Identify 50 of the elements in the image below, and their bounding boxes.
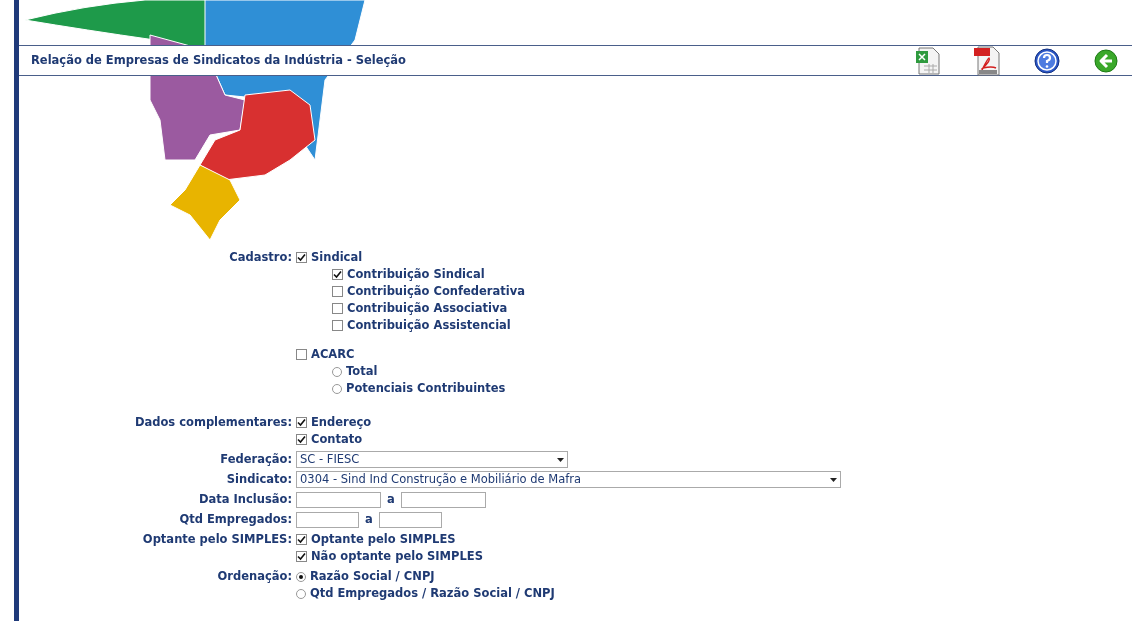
option-label: ACARC	[311, 346, 355, 363]
option-label: Contribuição Assistencial	[347, 317, 511, 334]
range-separator: a	[387, 491, 395, 508]
option-label: Não optante pelo SIMPLES	[311, 548, 483, 565]
option-label: Potenciais Contribuintes	[346, 380, 506, 397]
field-label: Ordenação:	[217, 568, 292, 585]
radio-button[interactable]	[332, 383, 342, 394]
option-label: Optante pelo SIMPLES	[311, 531, 456, 548]
field-label: Dados complementares:	[134, 414, 292, 431]
dropdown[interactable]: 0304 - Sind Ind Construção e Mobiliário de Mafra	[296, 471, 841, 488]
option-label: Contribuição Sindical	[347, 266, 485, 283]
checkbox[interactable]	[332, 320, 343, 331]
checkbox[interactable]	[296, 252, 307, 263]
spreadsheet-icon[interactable]	[916, 46, 940, 75]
field-label: Qtd Empregados:	[179, 511, 292, 528]
dropdown[interactable]: SC - FIESC	[296, 451, 568, 468]
pdf-file-icon[interactable]	[974, 45, 1000, 76]
field-label: Federação:	[220, 451, 292, 468]
checkbox[interactable]	[296, 551, 307, 562]
checkbox[interactable]	[296, 434, 307, 445]
caret-icon	[830, 477, 837, 482]
field-label: Optante pelo SIMPLES:	[142, 531, 292, 548]
option-label: Contribuição Associativa	[347, 300, 508, 317]
radio-button[interactable]	[332, 366, 342, 377]
field-label: Sindicato:	[226, 471, 292, 488]
checkbox[interactable]	[296, 417, 307, 428]
checkbox[interactable]	[332, 286, 343, 297]
range-separator: a	[365, 511, 373, 528]
help-icon[interactable]	[1034, 47, 1060, 74]
option-label: Qtd Empregados / Razão Social / CNPJ	[310, 585, 555, 602]
radio-button[interactable]	[296, 588, 306, 599]
option-label: Razão Social / CNPJ	[310, 568, 435, 585]
option-label: Contribuição Confederativa	[347, 283, 525, 300]
option-label: Sindical	[311, 249, 363, 266]
field-label: Cadastro:	[229, 249, 292, 266]
checkbox[interactable]	[332, 303, 343, 314]
option-label: Total	[346, 363, 378, 380]
checkbox[interactable]	[296, 349, 307, 360]
option-label: Endereço	[311, 414, 372, 431]
checkbox[interactable]	[296, 534, 307, 545]
input-field[interactable]	[296, 491, 381, 508]
caret-icon	[557, 457, 564, 462]
field-label: Data Inclusão:	[198, 491, 292, 508]
radio-button[interactable]	[296, 571, 306, 582]
input-field[interactable]	[296, 511, 359, 528]
input-field[interactable]	[378, 511, 442, 528]
checkbox[interactable]	[332, 269, 343, 280]
input-field[interactable]	[400, 491, 486, 508]
option-label: Contato	[311, 431, 363, 448]
page-title: Relação de Empresas de Sindicatos da Indústria - Seleção	[31, 51, 406, 69]
